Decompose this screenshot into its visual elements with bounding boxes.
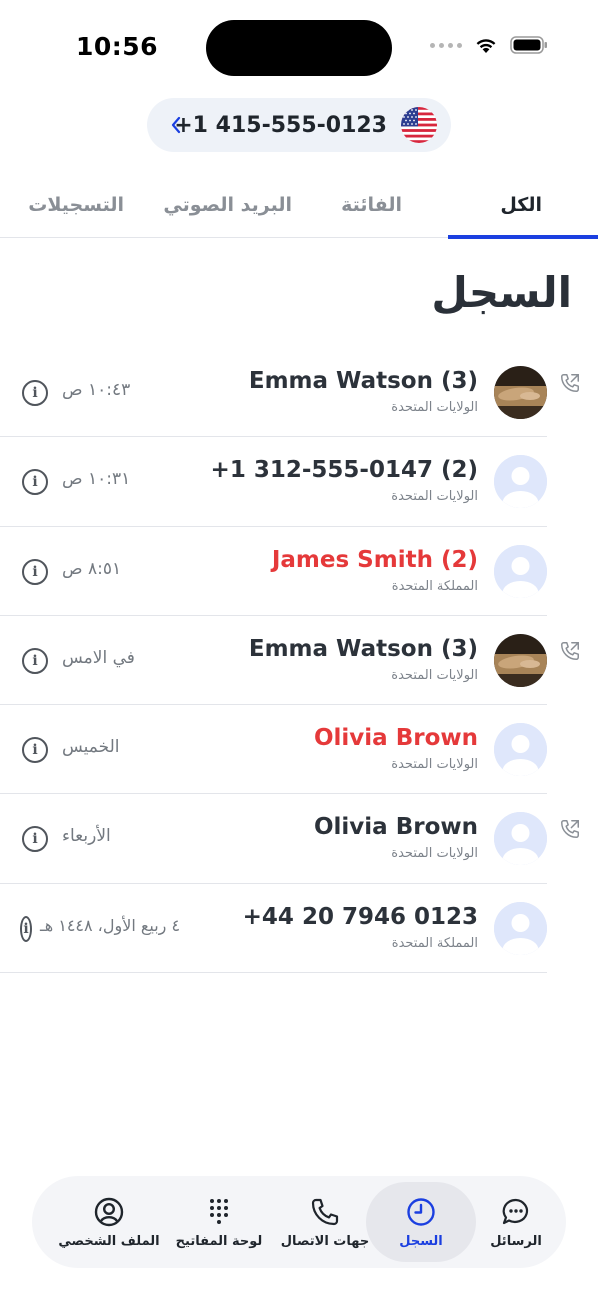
status-bar: 10:56 <box>0 0 598 96</box>
contact-country: المملكة المتحدة <box>391 578 478 594</box>
active-tab-indicator <box>448 235 598 239</box>
info-icon[interactable]: i <box>22 826 48 853</box>
keypad-icon <box>210 1198 228 1224</box>
call-time: ٤ ربيع الأول، ١٤٤٨ هـ <box>40 915 181 935</box>
contact-name: Emma Watson (3) <box>248 635 478 662</box>
call-time: ٨:٥١ ص <box>62 558 122 579</box>
info-icon[interactable]: i <box>22 469 48 496</box>
call-row[interactable]: Olivia Brown الولايات المتحدة الخميس i <box>0 705 598 795</box>
battery-icon <box>510 36 547 54</box>
contact-country: الولايات المتحدة <box>391 667 478 683</box>
nav-item-history[interactable]: السجل <box>376 1176 466 1268</box>
chat-bubble-icon <box>502 1198 529 1224</box>
nav-label: الرسائل <box>490 1233 542 1249</box>
outgoing-call-icon <box>561 820 579 839</box>
call-time: الخميس <box>62 737 120 758</box>
avatar <box>494 366 547 419</box>
tab-all[interactable]: الكل <box>500 194 542 216</box>
contact-name: Olivia Brown <box>313 814 478 841</box>
info-icon[interactable]: i <box>22 380 48 406</box>
info-icon[interactable]: i <box>22 558 48 585</box>
us-flag-icon <box>401 107 437 143</box>
info-icon[interactable]: i <box>22 647 48 674</box>
phone-number-label: +1 415-555-0123 <box>174 112 387 138</box>
avatar-placeholder <box>494 455 547 509</box>
call-time: ١٠:٤٣ ص <box>62 380 131 400</box>
info-icon[interactable]: i <box>20 915 32 942</box>
info-icon[interactable]: i <box>22 737 48 764</box>
avatar-placeholder <box>494 812 547 866</box>
outgoing-call-icon <box>561 641 579 660</box>
call-filter-tabs: الكل الفائتة البريد الصوتي التسجيلات <box>0 178 598 239</box>
nav-label: السجل <box>399 1233 443 1249</box>
call-time: في الامس <box>62 647 135 668</box>
signal-icon <box>430 42 462 48</box>
clock-icon <box>407 1197 435 1226</box>
avatar-placeholder <box>494 544 547 598</box>
status-time: 10:56 <box>76 32 159 61</box>
nav-item-messages[interactable]: الرسائل <box>476 1176 556 1268</box>
nav-label: لوحة المفاتيح <box>175 1233 263 1249</box>
contact-country: الولايات المتحدة <box>391 757 478 773</box>
nav-item-keypad[interactable]: لوحة المفاتيح <box>169 1176 269 1268</box>
dynamic-island <box>206 20 392 76</box>
contact-name-missed: Olivia Brown <box>313 725 478 752</box>
call-row[interactable]: Emma Watson (3) الولايات المتحدة ١٠:٤٣ ص… <box>0 348 598 438</box>
nav-label: جهات الاتصال <box>280 1233 370 1249</box>
contact-name: +44 20 7946 0123 <box>242 903 478 930</box>
call-row[interactable]: Emma Watson (3) الولايات المتحدة في الام… <box>0 616 598 706</box>
contact-name-missed: James Smith (2) <box>271 546 478 573</box>
phone-icon <box>311 1198 339 1225</box>
contact-name: +1 312-555-0147 (2) <box>210 457 478 484</box>
phone-number-selector[interactable]: +1 415-555-0123 <box>147 98 451 152</box>
nav-label: الملف الشخصي <box>58 1233 160 1249</box>
wifi-icon <box>476 39 496 53</box>
avatar-placeholder <box>494 901 547 955</box>
avatar-placeholder <box>494 723 547 777</box>
call-time: الأربعاء <box>62 826 111 847</box>
tab-recordings[interactable]: التسجيلات <box>28 194 124 216</box>
contact-name: Emma Watson (3) <box>248 368 478 394</box>
call-row[interactable]: Olivia Brown الولايات المتحدة الأربعاء i <box>0 794 598 884</box>
contact-country: الولايات المتحدة <box>391 846 478 862</box>
call-list: Emma Watson (3) الولايات المتحدة ١٠:٤٣ ص… <box>0 348 598 974</box>
nav-item-contacts[interactable]: جهات الاتصال <box>275 1176 375 1268</box>
call-time: ١٠:٣١ ص <box>62 469 131 490</box>
contact-country: الولايات المتحدة <box>391 489 478 505</box>
contact-country: المملكة المتحدة <box>391 935 478 951</box>
bottom-nav: الرسائل السجل جهات الاتصال لوحة المفاتيح <box>32 1176 566 1268</box>
avatar <box>494 633 547 687</box>
call-row[interactable]: +1 312-555-0147 (2) الولايات المتحدة ١٠:… <box>0 437 598 527</box>
tab-missed[interactable]: الفائتة <box>341 194 402 216</box>
chevron-left-icon <box>171 116 181 134</box>
page-title: السجل <box>431 268 572 317</box>
status-icons <box>430 36 548 54</box>
call-row[interactable]: +44 20 7946 0123 المملكة المتحدة ٤ ربيع … <box>0 884 598 974</box>
outgoing-call-icon <box>561 374 579 392</box>
profile-icon <box>94 1197 124 1226</box>
contact-country: الولايات المتحدة <box>391 400 478 415</box>
nav-item-profile[interactable]: الملف الشخصي <box>54 1176 164 1268</box>
divider <box>0 972 547 974</box>
call-row[interactable]: James Smith (2) المملكة المتحدة ٨:٥١ ص i <box>0 527 598 616</box>
tab-voicemail[interactable]: البريد الصوتي <box>163 194 292 216</box>
